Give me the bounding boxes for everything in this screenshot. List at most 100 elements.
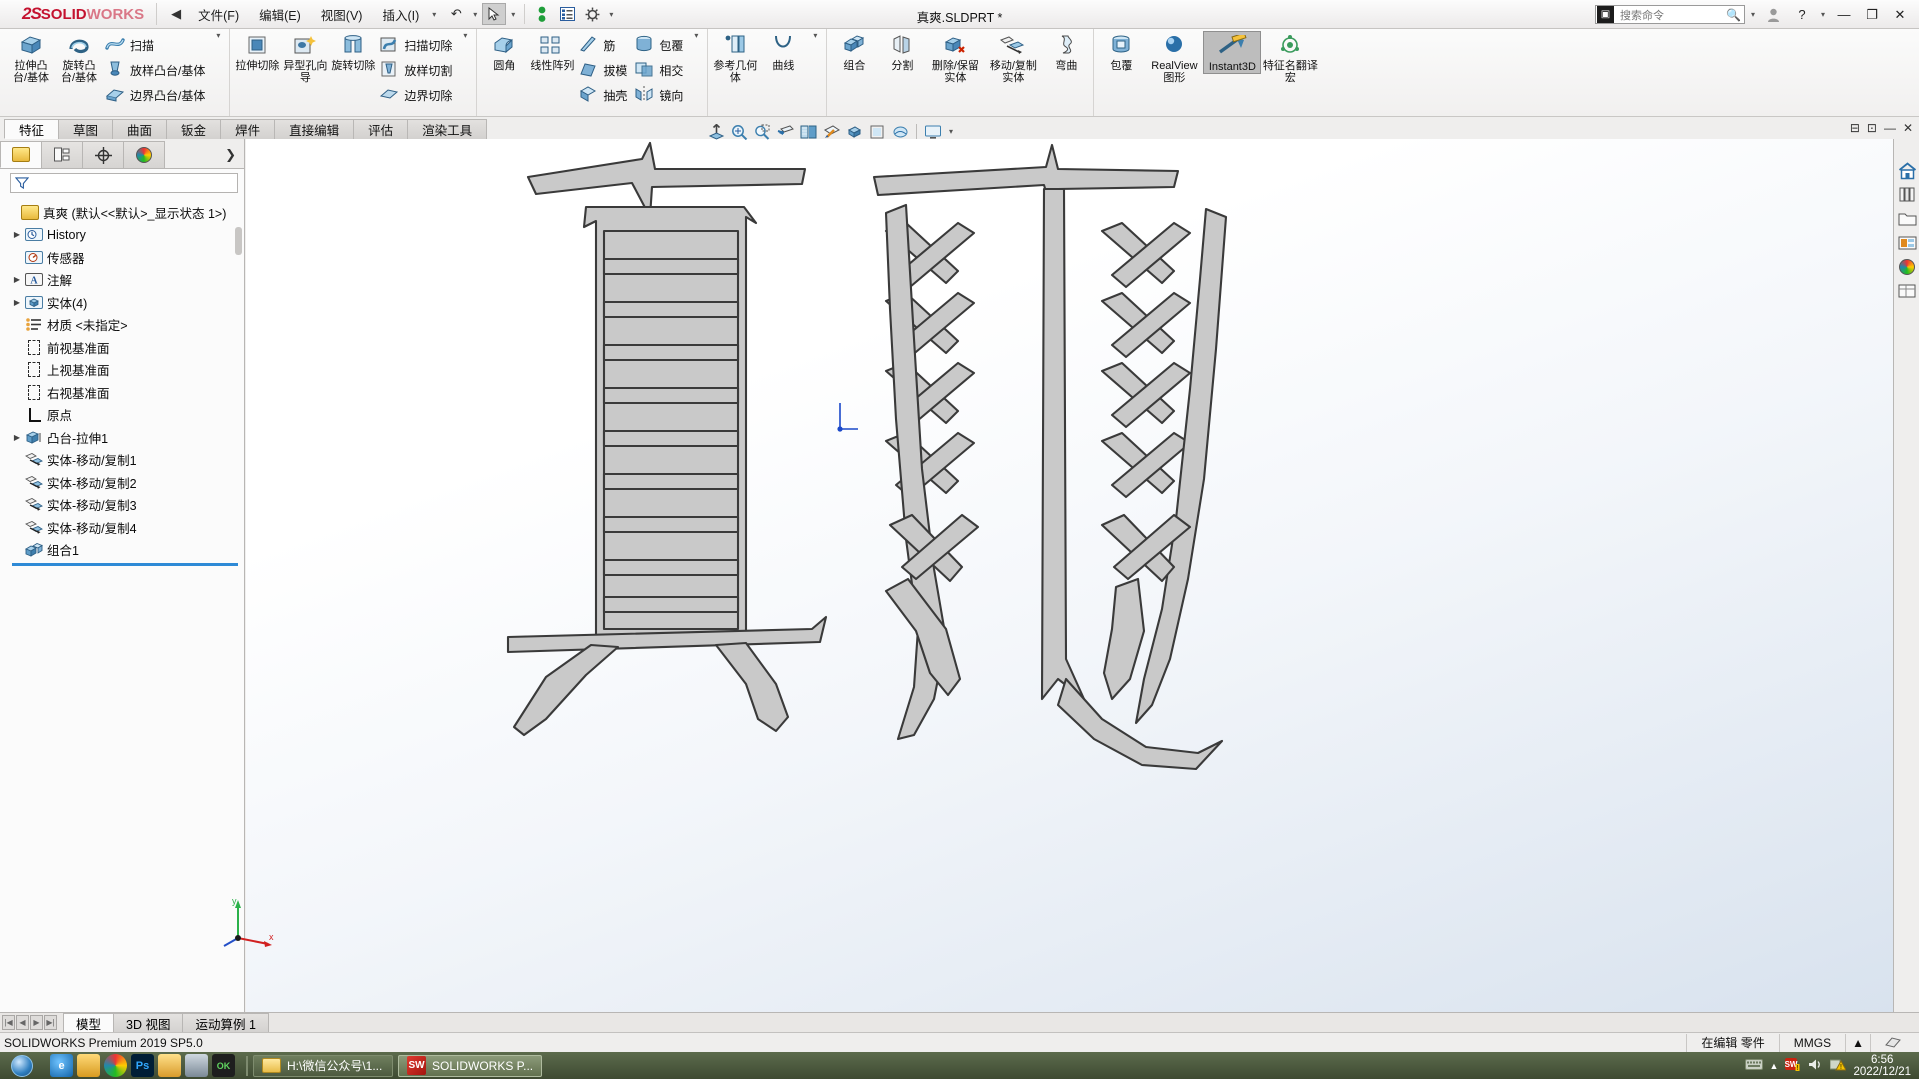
taskbar-clock[interactable]: 6:56 2022/12/21 [1853,1054,1911,1078]
search-icon[interactable]: 🔍 [1726,8,1744,22]
tab-features[interactable]: 特征 [4,119,60,139]
tab-sheetmetal[interactable]: 钣金 [166,119,222,139]
network-warning-icon[interactable]: ! [1829,1057,1848,1074]
ribbon-group-modify-caret[interactable]: ▾ [688,31,704,46]
select-caret[interactable]: ▾ [507,10,519,19]
expand-arrow[interactable]: ▶ [10,275,24,284]
design-library-icon[interactable] [1895,183,1919,206]
ribbon-realview[interactable]: RealView图形 [1145,31,1203,84]
ribbon-draft[interactable]: 拔模 [576,58,632,83]
model-geometry[interactable] [246,139,1919,1012]
ribbon-loft-boss[interactable]: 放样凸台/基体 [103,58,210,83]
ribbon-sweep-cut[interactable]: 扫描切除 [377,33,457,58]
tab-configuration-manager[interactable] [82,141,124,168]
ok-icon[interactable]: OK [212,1054,235,1077]
ribbon-linear-pattern[interactable]: 线性阵列 [528,31,576,72]
tab-property-manager[interactable] [41,141,83,168]
select-pointer-icon[interactable] [482,3,507,25]
apply-scene-icon[interactable] [890,123,911,141]
tree-item-part-root[interactable]: 真爽 (默认<<默认>_显示状态 1>) [6,201,244,224]
start-button[interactable] [0,1052,44,1079]
tab-direct-editing[interactable]: 直接编辑 [274,119,355,139]
ribbon-shell[interactable]: 抽壳 [576,83,632,108]
status-overlay-icon[interactable] [1870,1033,1915,1052]
menu-item-view[interactable]: 视图(V) [312,1,372,28]
overflow-caret-icon[interactable]: ▲ [1770,1061,1779,1071]
zoom-to-area-icon[interactable] [729,123,750,141]
tree-item-move-copy4[interactable]: 实体-移动/复制4 [6,516,244,539]
graphics-viewport[interactable]: ▾ ⊟ ⊡ — ✕ y x [223,121,1919,1012]
sw-alert-icon[interactable]: SW! [1785,1057,1801,1075]
tree-item-move-copy2[interactable]: 实体-移动/复制2 [6,471,244,494]
tree-item-annotations[interactable]: ▶ A 注解 [6,269,244,292]
close-button[interactable]: ✕ [1887,2,1913,28]
tab-weldments[interactable]: 焊件 [220,119,276,139]
previous-view-icon[interactable] [752,123,773,141]
folder-icon[interactable] [158,1054,181,1077]
tree-item-solid-bodies[interactable]: ▶ 实体(4) [6,291,244,314]
minimize-button[interactable]: — [1831,2,1857,28]
menu-item-edit[interactable]: 编辑(E) [250,1,310,28]
ribbon-feature-translate[interactable]: 特征名翻译宏 [1261,31,1319,84]
tab-feature-manager[interactable] [0,141,42,168]
tool-icon[interactable] [185,1054,208,1077]
tab-display-manager[interactable] [123,141,165,168]
rebuild-icon[interactable] [530,3,554,25]
ribbon-loft-cut[interactable]: 放样切割 [377,58,457,83]
appearances-icon[interactable] [1895,255,1919,278]
next-tab-button[interactable]: ▶ [30,1015,43,1030]
volume-icon[interactable] [1808,1058,1823,1074]
minimize-doc-icon[interactable]: ⊡ [1867,121,1877,135]
ribbon-extrude-boss[interactable]: 拉伸凸台/基体 [7,31,55,84]
search-commands-input[interactable]: ▣ 搜索命令 🔍 [1594,5,1745,24]
menu-item-file[interactable]: 文件(F) [189,1,248,28]
expand-arrow[interactable]: ▶ [10,433,24,442]
view-palette-icon[interactable] [1895,231,1919,254]
search-scope-icon[interactable]: ▣ [1596,6,1614,23]
ribbon-group-cut-caret[interactable]: ▾ [457,31,473,46]
home-icon[interactable] [1895,159,1919,182]
view-settings-icon[interactable] [922,123,943,141]
tree-item-move-copy3[interactable]: 实体-移动/复制3 [6,494,244,517]
file-explorer-icon[interactable] [1895,207,1919,230]
options-list-icon[interactable] [555,3,579,25]
tree-item-combine1[interactable]: 组合1 [6,539,244,562]
photoshop-icon[interactable]: Ps [131,1054,154,1077]
options-caret[interactable]: ▾ [605,10,617,19]
ribbon-wrap2[interactable]: 包覆 [1097,31,1145,72]
ribbon-move-copy-body[interactable]: 移动/复制实体 [984,31,1042,84]
ribbon-delete-keep-body[interactable]: 删除/保留实体 [926,31,984,84]
gear-icon[interactable] [580,3,604,25]
view-orientation-icon[interactable] [798,123,819,141]
expand-arrow[interactable]: ▶ [10,230,24,239]
close-doc-icon[interactable]: ✕ [1903,121,1913,135]
rollback-bar[interactable] [12,563,238,566]
tree-item-material[interactable]: 材质 <未指定> [6,314,244,337]
bottom-tab-motion-study[interactable]: 运动算例 1 [182,1013,269,1032]
ribbon-rib[interactable]: 筋 [576,33,632,58]
zoom-to-fit-icon[interactable] [706,123,727,141]
tree-item-history[interactable]: ▶ History [6,224,244,247]
view-settings-caret[interactable]: ▾ [945,127,957,136]
restore-doc-icon[interactable]: ⊟ [1850,121,1860,135]
ribbon-group-boss-caret[interactable]: ▾ [210,31,226,46]
maximize-doc-icon[interactable]: — [1884,121,1896,135]
taskbar-item-solidworks[interactable]: SW SOLIDWORKS P... [398,1054,543,1077]
help-icon[interactable]: ? [1789,2,1815,28]
ribbon-fillet[interactable]: 圆角 [480,31,528,72]
tree-item-sensors[interactable]: 传感器 [6,246,244,269]
status-units-caret[interactable]: ▲ [1845,1033,1870,1052]
ribbon-combine[interactable]: 组合 [830,31,878,72]
ribbon-flex[interactable]: 弯曲 [1042,31,1090,72]
ribbon-wrap[interactable]: 包覆 [632,33,688,58]
tab-evaluate[interactable]: 评估 [353,119,409,139]
menu-dropdown-caret[interactable]: ▾ [428,10,440,19]
menu-item-insert[interactable]: 插入(I) [373,1,428,28]
custom-properties-icon[interactable] [1895,279,1919,302]
ribbon-instant3d[interactable]: Instant3D [1203,31,1262,74]
ie-icon[interactable]: e [50,1054,73,1077]
panel-expand-arrow[interactable]: ❯ [225,147,236,163]
ribbon-group-reference-caret[interactable]: ▾ [807,31,823,46]
chrome-icon[interactable] [104,1054,127,1077]
ribbon-intersect[interactable]: 相交 [632,58,688,83]
